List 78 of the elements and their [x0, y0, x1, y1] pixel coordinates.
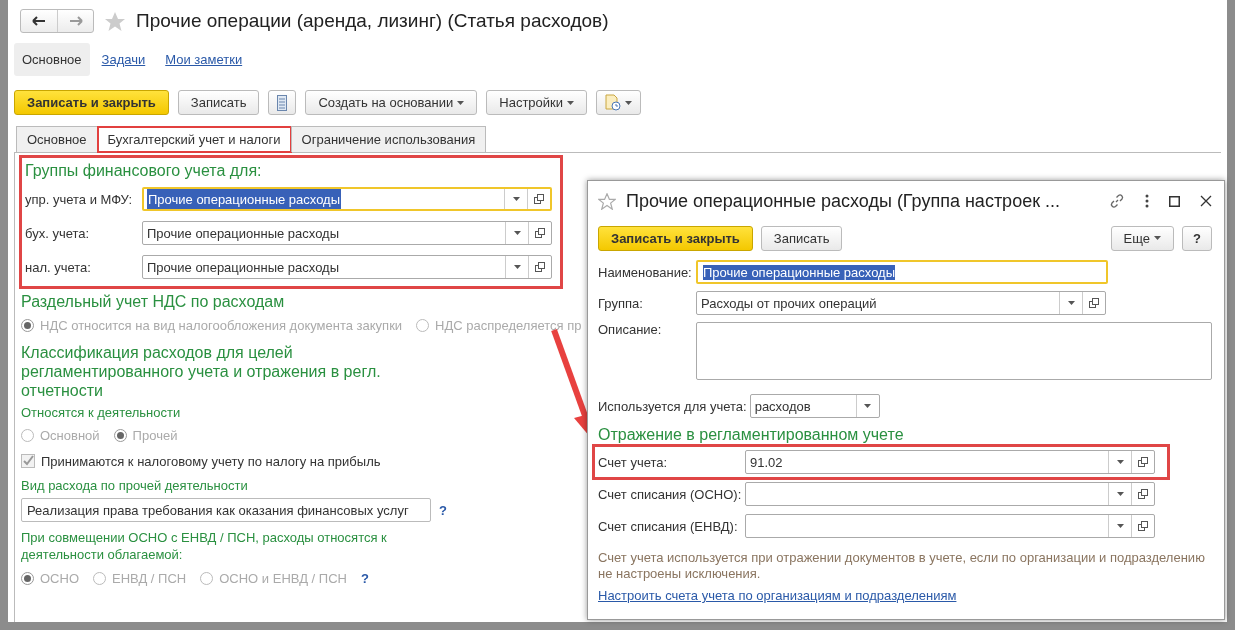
- caret-icon: [625, 100, 633, 105]
- maximize-icon[interactable]: [1169, 195, 1180, 207]
- hint-text: Счет учета используется при отражении документов в учете, если по организации и подразделению не настроены исключения.: [598, 550, 1206, 582]
- save-button[interactable]: Записать: [760, 225, 843, 251]
- field-label: Счет списания (ОСНО):: [598, 486, 743, 502]
- select-field[interactable]: [745, 514, 1155, 538]
- input-field[interactable]: Реализация права требования как оказания финансовых услуг: [21, 498, 431, 522]
- caret-icon: [1067, 301, 1075, 305]
- group-label: При совмещении ОСНО с ЕНВД / ПСН, расходы относятся к деятельности облагаемой:: [21, 529, 388, 564]
- select-field[interactable]: Прочие операционные расходы: [142, 187, 552, 211]
- stacked-squares-icon[interactable]: [1137, 489, 1149, 499]
- save-close-button[interactable]: Записать и закрыть: [14, 90, 169, 115]
- caret-icon: [567, 100, 575, 105]
- caret-icon: [513, 265, 521, 269]
- field-label: Счет списания (ЕНВД):: [598, 518, 739, 534]
- field-label: Наименование:: [598, 264, 693, 280]
- select-field[interactable]: расходов: [749, 394, 880, 418]
- checkbox-label: Принимаются к налоговому учету по налогу на прибыль: [41, 453, 381, 469]
- field-label: Используется для учета:: [598, 398, 747, 414]
- tab[interactable]: Бухгалтерский учет и налоги: [96, 126, 292, 153]
- section-link[interactable]: Основное: [14, 42, 90, 76]
- section-heading: Раздельный учет НДС по расходам: [21, 292, 285, 312]
- select-field[interactable]: [745, 482, 1155, 506]
- caret-icon: [457, 100, 465, 105]
- list-button[interactable]: [268, 90, 297, 115]
- document-clock-icon: [605, 94, 622, 111]
- caret-icon: [1116, 460, 1124, 464]
- save-button[interactable]: Записать: [177, 90, 260, 115]
- stacked-squares-icon[interactable]: [533, 194, 545, 204]
- link-icon[interactable]: [1109, 193, 1125, 209]
- group-label: Относятся к деятельности: [21, 404, 181, 422]
- name-input-field[interactable]: Прочие операционные расходы: [696, 260, 1108, 284]
- dropdown-button[interactable]: Настройки: [486, 90, 588, 115]
- right-arrow-icon: [68, 16, 83, 26]
- more-button[interactable]: Еще: [1110, 225, 1175, 251]
- settings-link[interactable]: Настроить счета учета по организациям и подразделениям: [598, 588, 957, 603]
- tab[interactable]: Ограничение использования: [290, 126, 487, 152]
- caret-icon: [513, 231, 521, 235]
- help-link[interactable]: ?: [439, 502, 447, 518]
- tab[interactable]: Основное: [16, 126, 98, 152]
- caret-icon: [512, 197, 520, 201]
- report-menu-button[interactable]: [596, 90, 642, 115]
- field-label: Вид расхода по прочей деятельности: [21, 477, 248, 495]
- left-arrow-icon: [32, 16, 46, 26]
- star-icon[interactable]: [104, 10, 126, 32]
- caret-icon: [864, 404, 872, 408]
- field-label: Описание:: [598, 322, 663, 337]
- section-link[interactable]: Задачи: [93, 42, 154, 76]
- dropdown-button[interactable]: Создать на основании: [305, 90, 478, 115]
- field-label: Счет учета:: [598, 454, 669, 470]
- help-button[interactable]: ?: [1182, 225, 1212, 251]
- list-icon: [277, 94, 288, 111]
- stacked-squares-icon[interactable]: [1137, 521, 1149, 531]
- stacked-squares-icon[interactable]: [1088, 298, 1100, 308]
- select-field[interactable]: Расходы от прочих операций: [696, 291, 1106, 315]
- field-label: бух. учета:: [25, 225, 91, 241]
- field-label: Группа:: [598, 295, 644, 311]
- stacked-squares-icon[interactable]: [1137, 457, 1149, 467]
- field-label: упр. учета и МФУ:: [25, 191, 134, 207]
- stacked-squares-icon[interactable]: [534, 228, 546, 238]
- section-heading: Группы финансового учета для:: [25, 161, 262, 181]
- section-heading: Отражение в регламентированном учете: [598, 425, 904, 445]
- window-title: Прочие операции (аренда, лизинг) (Статья расходов): [136, 10, 609, 32]
- close-icon[interactable]: [1200, 195, 1212, 207]
- select-field[interactable]: Прочие операционные расходы: [142, 255, 552, 279]
- more-icon[interactable]: [1145, 194, 1149, 208]
- caret-icon: [1154, 236, 1162, 240]
- save-close-button[interactable]: Записать и закрыть: [598, 225, 753, 251]
- caret-icon: [1116, 492, 1124, 496]
- stacked-squares-icon[interactable]: [534, 262, 546, 272]
- caret-icon: [1116, 524, 1124, 528]
- select-field[interactable]: Прочие операционные расходы: [142, 221, 552, 245]
- dialog-title: Прочие операционные расходы (Группа настроек ...: [626, 190, 1062, 212]
- section-heading: Классификация расходов для целей регламентированного учета и отражения в регл. отчетности: [21, 343, 382, 401]
- select-field[interactable]: 91.02: [745, 450, 1155, 474]
- star-icon[interactable]: [598, 192, 616, 210]
- section-link[interactable]: Мои заметки: [157, 42, 251, 76]
- field-label: нал. учета:: [25, 259, 92, 275]
